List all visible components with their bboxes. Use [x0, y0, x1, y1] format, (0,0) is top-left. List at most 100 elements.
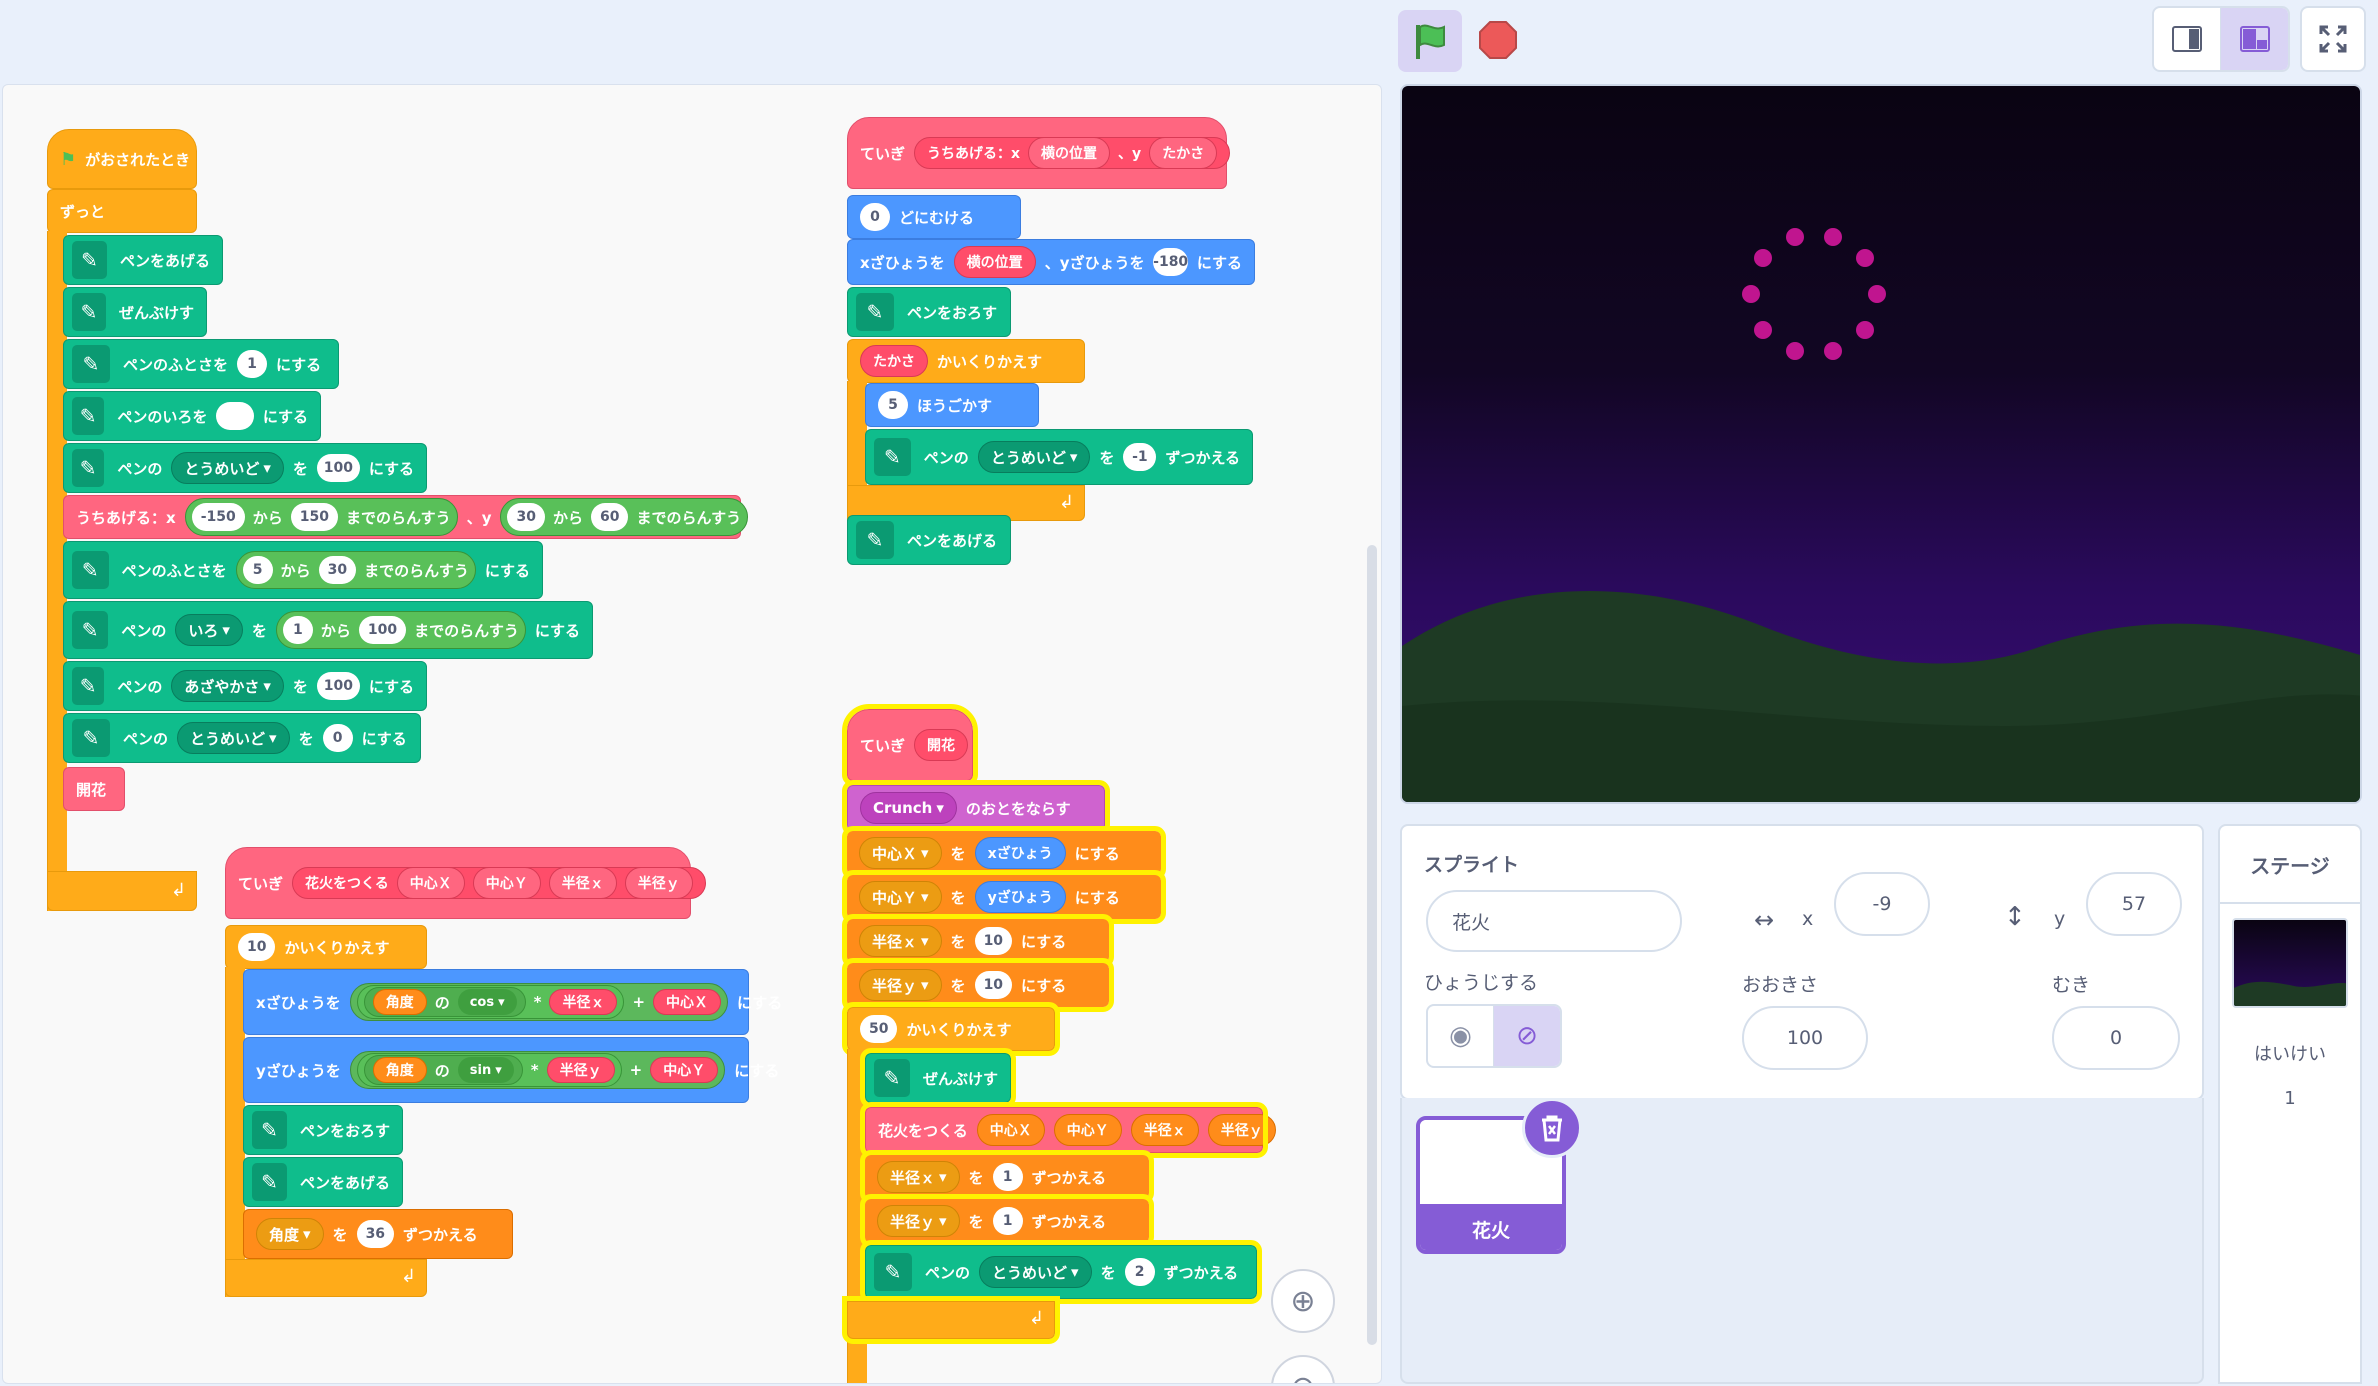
value-input[interactable]: 100: [316, 454, 360, 482]
argument[interactable]: 中心Ｘ: [396, 867, 465, 899]
random-operator[interactable]: -150 から 150 までのらんすう: [184, 498, 458, 536]
set-ry-block[interactable]: 半径ｙ ▾ を 10 にする: [842, 958, 1114, 1012]
stage-selector[interactable]: ステージ はいけい 1: [2218, 824, 2362, 1384]
pen-up-block[interactable]: ✎ ペンをあげる: [847, 515, 1011, 565]
clear-block[interactable]: ✎ ぜんぶけす: [63, 287, 207, 337]
variable-dropdown[interactable]: 中心Ｘ ▾: [859, 837, 942, 869]
forever-block[interactable]: ずっと: [47, 189, 197, 233]
angle-variable[interactable]: 角度: [372, 989, 427, 1015]
multiply-operator[interactable]: 角度の sin ▾ * 半径ｙ: [356, 1053, 622, 1087]
repeat-block[interactable]: たかさ かいくりかえす: [847, 339, 1085, 383]
clear-block[interactable]: ✎ ぜんぶけす: [860, 1048, 1016, 1108]
variable-dropdown[interactable]: 中心Ｙ ▾: [859, 881, 942, 913]
set-pen-size-block[interactable]: ✎ ペンのふとさを 1 にする: [63, 339, 339, 389]
argument-reporter[interactable]: 半径ｘ: [549, 989, 618, 1015]
sprite-name-field[interactable]: 花火: [1426, 890, 1682, 952]
fullscreen-button[interactable]: [2300, 6, 2366, 72]
argument[interactable]: 横の位置: [1028, 137, 1111, 169]
vertical-scrollbar[interactable]: [1367, 545, 1377, 1345]
random-operator[interactable]: 1 から 100 までのらんすう: [275, 611, 526, 649]
variable-reporter[interactable]: 中心Ｘ: [976, 1114, 1045, 1146]
pen-up-block[interactable]: ✎ ペンをあげる: [243, 1157, 403, 1207]
value-input[interactable]: 10: [974, 971, 1013, 999]
pen-size-input[interactable]: 1: [237, 350, 268, 378]
launch-call-block[interactable]: うちあげる：x -150 から 150 までのらんすう 、y 30 から 60 までのらんす…: [63, 495, 749, 539]
delete-sprite-button[interactable]: [1522, 1098, 1582, 1158]
argument-reporter[interactable]: 横の位置: [953, 246, 1036, 278]
change-ry-block[interactable]: 半径ｙ ▾ を 1 ずつかえる: [860, 1194, 1154, 1248]
x-position-reporter[interactable]: xざひょう: [974, 837, 1066, 869]
pen-param-dropdown[interactable]: とうめいど ▾: [171, 452, 284, 484]
multiply-operator[interactable]: 角度の cos ▾ * 半径ｘ: [356, 985, 625, 1019]
set-cy-block[interactable]: 中心Ｙ ▾ を yざひょう にする: [842, 870, 1166, 924]
make-firework-call-block[interactable]: 花火をつくる 中心Ｘ 中心Ｙ 半径ｘ 半径ｙ: [860, 1102, 1276, 1158]
times-input[interactable]: 10: [238, 933, 276, 961]
argument-reporter[interactable]: たかさ: [860, 345, 928, 377]
color-swatch-input[interactable]: [216, 402, 254, 430]
value-input[interactable]: 2: [1124, 1258, 1155, 1286]
stop-button[interactable]: [1474, 16, 1522, 64]
input[interactable]: 60: [590, 503, 629, 531]
value-input[interactable]: -1: [1123, 443, 1157, 471]
variable-dropdown[interactable]: 半径ｘ ▾: [859, 925, 942, 957]
define-launch-block[interactable]: ていぎ うちあげる：x 横の位置 、y たかさ: [847, 117, 1231, 189]
define-firework-block[interactable]: ていぎ 花火をつくる 中心Ｘ 中心Ｙ 半径ｘ 半径ｙ: [225, 847, 706, 919]
set-saturation-block[interactable]: ✎ ペンの あざやかさ ▾ を 100 にする: [63, 661, 427, 711]
zoom-in-button[interactable]: ⊕: [1271, 1269, 1335, 1333]
input[interactable]: 150: [290, 503, 338, 531]
pen-param-dropdown[interactable]: とうめいど ▾: [979, 1256, 1092, 1288]
input[interactable]: 1: [282, 616, 313, 644]
set-pen-size-random-block[interactable]: ✎ ペンのふとさを 5 から 30 までのらんすう にする: [63, 541, 543, 599]
set-pen-color-block[interactable]: ✎ ペンのいろを にする: [63, 391, 321, 441]
add-operator[interactable]: 角度の cos ▾ * 半径ｘ + 中心Ｘ: [349, 983, 729, 1021]
y-input[interactable]: -180: [1153, 248, 1188, 276]
math-op[interactable]: 角度の cos ▾: [363, 987, 526, 1017]
y-position-field[interactable]: 57: [2086, 872, 2182, 936]
variable-reporter[interactable]: 半径ｘ: [1130, 1114, 1199, 1146]
argument-reporter[interactable]: 中心Ｘ: [653, 989, 722, 1015]
stage-canvas[interactable]: [1400, 84, 2362, 804]
random-operator[interactable]: 5 から 30 までのらんすう: [235, 551, 476, 589]
value-input[interactable]: 36: [356, 1220, 395, 1248]
backdrop-thumbnail[interactable]: [2232, 918, 2348, 1008]
input[interactable]: 5: [242, 556, 273, 584]
set-pen-color-random-block[interactable]: ✎ ペンの いろ ▾ を 1 から 100 までのらんすう にする: [63, 601, 593, 659]
argument-reporter[interactable]: 中心Ｙ: [650, 1057, 719, 1083]
hide-button[interactable]: ⊘: [1494, 1006, 1560, 1066]
direction-field[interactable]: 0: [2052, 1006, 2180, 1070]
angle-variable[interactable]: 角度: [372, 1057, 427, 1083]
set-y-block[interactable]: yざひょうを 角度の sin ▾ * 半径ｙ + 中心Ｙ にする: [243, 1037, 779, 1103]
argument-reporter[interactable]: 半径ｙ: [546, 1057, 615, 1083]
random-operator[interactable]: 30 から 60 までのらんすう: [500, 498, 749, 536]
variable-dropdown[interactable]: 半径ｘ ▾: [877, 1161, 960, 1193]
variable-dropdown[interactable]: 半径ｙ ▾: [859, 969, 942, 1001]
input[interactable]: -150: [191, 503, 245, 531]
y-position-reporter[interactable]: yざひょう: [974, 881, 1066, 913]
math-function-dropdown[interactable]: cos ▾: [457, 989, 517, 1015]
input[interactable]: 30: [318, 556, 357, 584]
go-to-xy-block[interactable]: xざひょうを 横の位置 、yざひょうを -180 にする: [847, 239, 1255, 285]
math-op[interactable]: 角度の sin ▾: [363, 1055, 523, 1085]
argument[interactable]: 半径ｙ: [624, 867, 693, 899]
pen-up-block[interactable]: ✎ ペンをあげる: [63, 235, 223, 285]
pen-down-block[interactable]: ✎ ペンをおろす: [243, 1105, 403, 1155]
pen-down-block[interactable]: ✎ ペンをおろす: [847, 287, 1011, 337]
show-button[interactable]: ◉: [1428, 1006, 1495, 1066]
set-cx-block[interactable]: 中心Ｘ ▾ を xざひょう にする: [842, 826, 1166, 880]
change-rx-block[interactable]: 半径ｘ ▾ を 1 ずつかえる: [860, 1150, 1154, 1204]
value-input[interactable]: 1: [992, 1163, 1023, 1191]
times-input[interactable]: 50: [860, 1015, 898, 1043]
input[interactable]: 100: [358, 616, 407, 644]
argument[interactable]: 半径ｘ: [548, 867, 617, 899]
variable-reporter[interactable]: 中心Ｙ: [1053, 1114, 1122, 1146]
pen-param-dropdown[interactable]: あざやかさ ▾: [171, 670, 284, 702]
pen-param-dropdown[interactable]: とうめいど ▾: [977, 441, 1091, 473]
change-angle-block[interactable]: 角度 ▾ を 36 ずつかえる: [243, 1209, 513, 1259]
code-workspace[interactable]: ⚑ がおされたとき ずっと ✎ ペンをあげる ✎ ぜんぶけす ✎ ペンのふとさを 1 にす…: [2, 84, 1382, 1384]
point-direction-block[interactable]: 0 どにむける: [847, 195, 1021, 239]
set-transparency-block[interactable]: ✎ ペンの とうめいど ▾ を 100 にする: [63, 443, 427, 493]
set-x-block[interactable]: xざひょうを 角度の cos ▾ * 半径ｘ + 中心Ｘ にする: [243, 969, 782, 1035]
repeat-block[interactable]: 50 かいくりかえす: [842, 1002, 1060, 1056]
set-transparency-zero-block[interactable]: ✎ ペンの とうめいど ▾ を 0 にする: [63, 713, 421, 763]
zoom-out-button[interactable]: ⊖: [1271, 1355, 1335, 1383]
